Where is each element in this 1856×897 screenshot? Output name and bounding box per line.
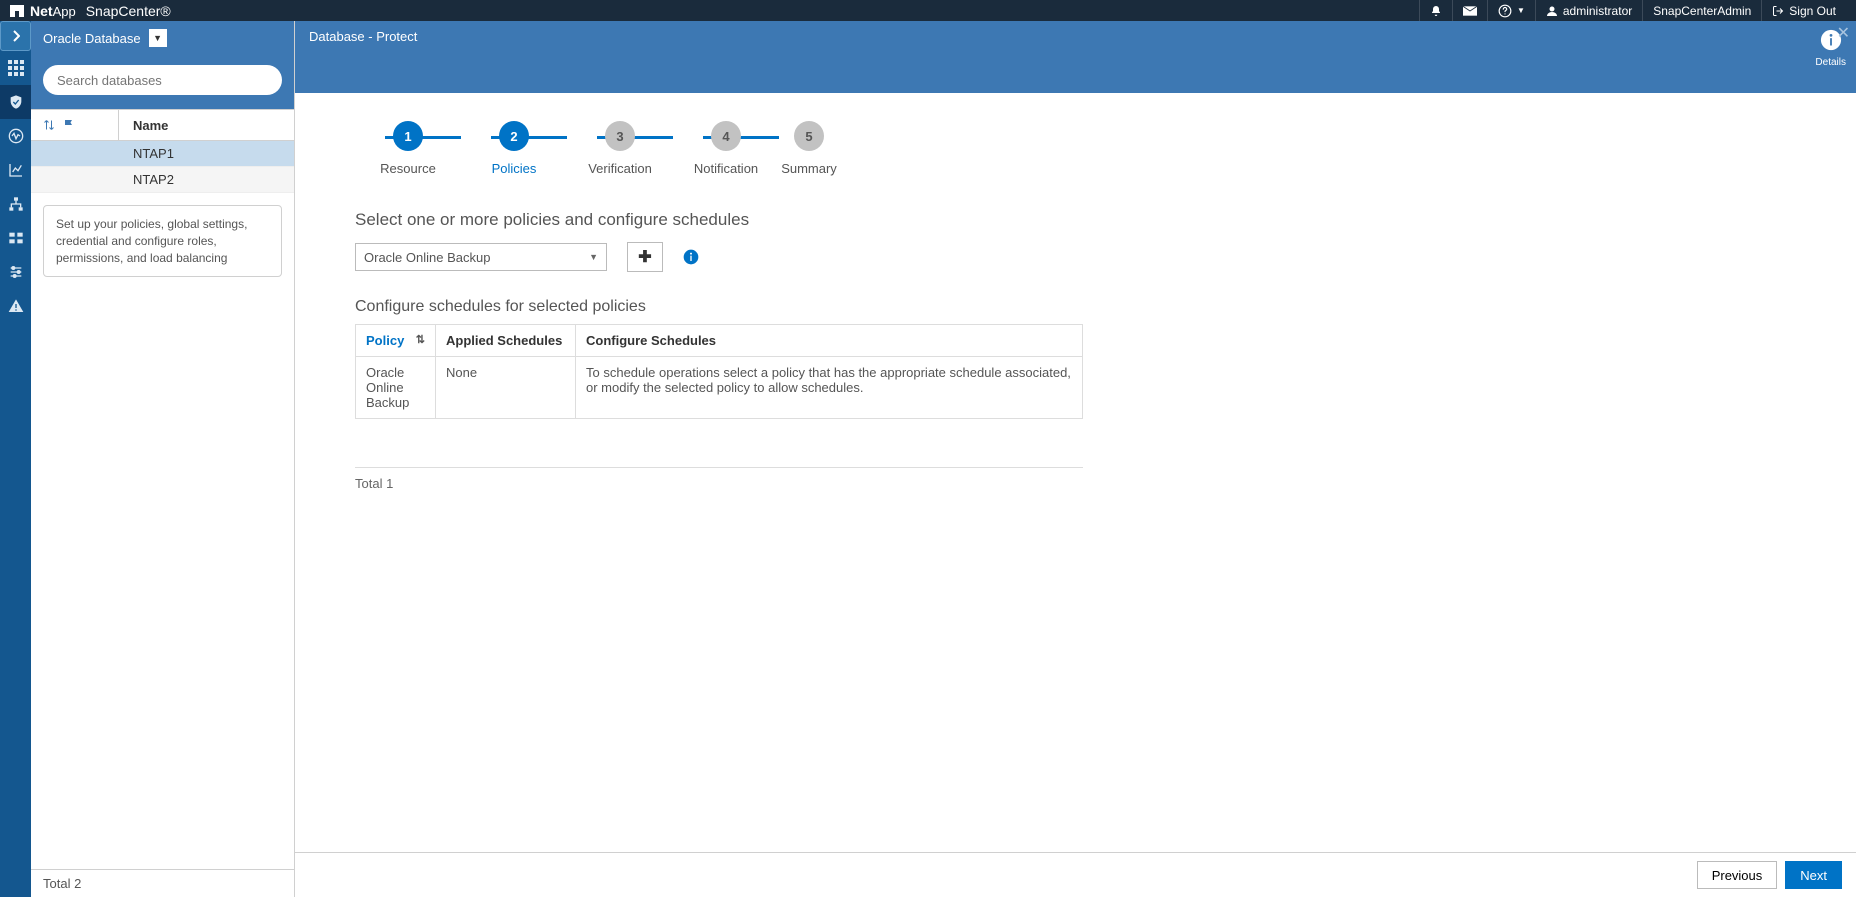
- table-row[interactable]: Oracle Online Backup None To schedule op…: [356, 357, 1083, 419]
- col-policy[interactable]: Policy ⇅: [356, 325, 436, 357]
- settings-tooltip: Set up your policies, global settings, c…: [43, 205, 282, 277]
- info-icon[interactable]: [683, 249, 699, 265]
- previous-button[interactable]: Previous: [1697, 861, 1778, 889]
- topbar-right: ▼ administrator SnapCenterAdmin Sign Out: [1419, 0, 1846, 21]
- chevron-right-icon: [12, 30, 20, 42]
- sort-asc-icon: ⇅: [416, 333, 425, 346]
- cell-applied: None: [436, 357, 576, 419]
- wizard-footer: Previous Next: [295, 852, 1856, 897]
- configure-schedules-title: Configure schedules for selected policie…: [355, 298, 1816, 316]
- rail-hosts[interactable]: [0, 187, 31, 221]
- col-applied[interactable]: Applied Schedules: [436, 325, 576, 357]
- resource-type-dropdown[interactable]: Oracle Database ▼: [43, 29, 167, 47]
- table-header-row: Policy ⇅ Applied Schedules Configure Sch…: [356, 325, 1083, 357]
- policy-select-row: Oracle Online Backup ▼ ✚: [355, 242, 1816, 272]
- left-panel-header: Oracle Database ▼: [31, 21, 294, 55]
- step-summary[interactable]: 5 Summary: [779, 121, 839, 176]
- step-policies[interactable]: 2 Policies: [461, 121, 567, 176]
- shield-check-icon: [8, 94, 24, 110]
- help-icon: [1498, 4, 1512, 18]
- rail-settings[interactable]: [0, 255, 31, 289]
- rail-storage[interactable]: [0, 221, 31, 255]
- name-header[interactable]: Name: [119, 118, 168, 133]
- role-label[interactable]: SnapCenterAdmin: [1642, 0, 1761, 21]
- wizard-stepper: 1 Resource 2 Policies 3 Verification 4: [355, 121, 1816, 176]
- resource-row[interactable]: NTAP1: [31, 141, 294, 167]
- schedules-table: Policy ⇅ Applied Schedules Configure Sch…: [355, 324, 1083, 419]
- alert-icon: [8, 298, 24, 314]
- left-panel-footer: Total 2: [31, 869, 294, 897]
- product-name: SnapCenter®: [86, 3, 171, 19]
- cell-policy: Oracle Online Backup: [356, 357, 436, 419]
- search-input[interactable]: [43, 65, 282, 95]
- grid-icon: [8, 60, 24, 76]
- sort-column[interactable]: [31, 110, 119, 140]
- activity-icon: [8, 128, 24, 144]
- messages-button[interactable]: [1452, 0, 1487, 21]
- resource-row[interactable]: NTAP2: [31, 167, 294, 193]
- mail-icon: [1463, 6, 1477, 16]
- schedules-total: Total 1: [355, 467, 1083, 491]
- app-body: Oracle Database ▼ Name NTAP1 NTAP2 Set u…: [0, 21, 1856, 897]
- resource-name: NTAP2: [119, 172, 174, 187]
- rail-alerts[interactable]: [0, 289, 31, 323]
- step-notification[interactable]: 4 Notification: [673, 121, 779, 176]
- expand-rail-button[interactable]: [0, 21, 31, 51]
- chevron-down-icon: ▼: [589, 252, 598, 262]
- chevron-down-icon: ▼: [149, 29, 167, 47]
- signout-button[interactable]: Sign Out: [1761, 0, 1846, 21]
- main-content: 1 Resource 2 Policies 3 Verification 4: [295, 93, 1856, 852]
- netapp-logo-icon: [10, 5, 24, 17]
- step-resource[interactable]: 1 Resource: [355, 121, 461, 176]
- flag-icon: [63, 119, 75, 131]
- hierarchy-icon: [8, 196, 24, 212]
- next-button[interactable]: Next: [1785, 861, 1842, 889]
- storage-icon: [8, 230, 24, 246]
- plus-icon: ✚: [638, 247, 651, 267]
- breadcrumb: Database - Protect: [309, 29, 1842, 44]
- policy-select[interactable]: Oracle Online Backup ▼: [355, 243, 607, 271]
- topbar: NetApp SnapCenter® ▼ administrator SnapC…: [0, 0, 1856, 21]
- signout-icon: [1772, 5, 1784, 17]
- help-button[interactable]: ▼: [1487, 0, 1535, 21]
- rail-dashboard[interactable]: [0, 51, 31, 85]
- main-panel: Database - Protect Details ✕ 1 Resource …: [295, 21, 1856, 897]
- nav-rail: [0, 21, 31, 897]
- resource-name: NTAP1: [119, 146, 174, 161]
- step-verification[interactable]: 3 Verification: [567, 121, 673, 176]
- rail-resources[interactable]: [0, 85, 31, 119]
- left-panel-search: [31, 55, 294, 109]
- bell-icon: [1430, 5, 1442, 17]
- sliders-icon: [8, 264, 24, 280]
- cell-configure: To schedule operations select a policy t…: [576, 357, 1083, 419]
- user-icon: [1546, 5, 1558, 17]
- chevron-down-icon: ▼: [1517, 6, 1525, 15]
- chart-icon: [8, 162, 24, 178]
- policy-section-title: Select one or more policies and configur…: [355, 210, 1816, 230]
- main-header: Database - Protect Details ✕: [295, 21, 1856, 93]
- notifications-button[interactable]: [1419, 0, 1452, 21]
- col-configure[interactable]: Configure Schedules: [576, 325, 1083, 357]
- rail-reports[interactable]: [0, 153, 31, 187]
- user-menu[interactable]: administrator: [1535, 0, 1642, 21]
- add-policy-button[interactable]: ✚: [627, 242, 663, 272]
- brand-text: NetApp: [30, 3, 76, 19]
- user-label: administrator: [1563, 4, 1632, 18]
- close-button[interactable]: ✕: [1831, 21, 1856, 45]
- rail-monitor[interactable]: [0, 119, 31, 153]
- sort-icon: [43, 119, 55, 131]
- brand: NetApp SnapCenter®: [10, 3, 171, 19]
- resource-table-header: Name: [31, 109, 294, 141]
- left-panel: Oracle Database ▼ Name NTAP1 NTAP2 Set u…: [31, 21, 295, 897]
